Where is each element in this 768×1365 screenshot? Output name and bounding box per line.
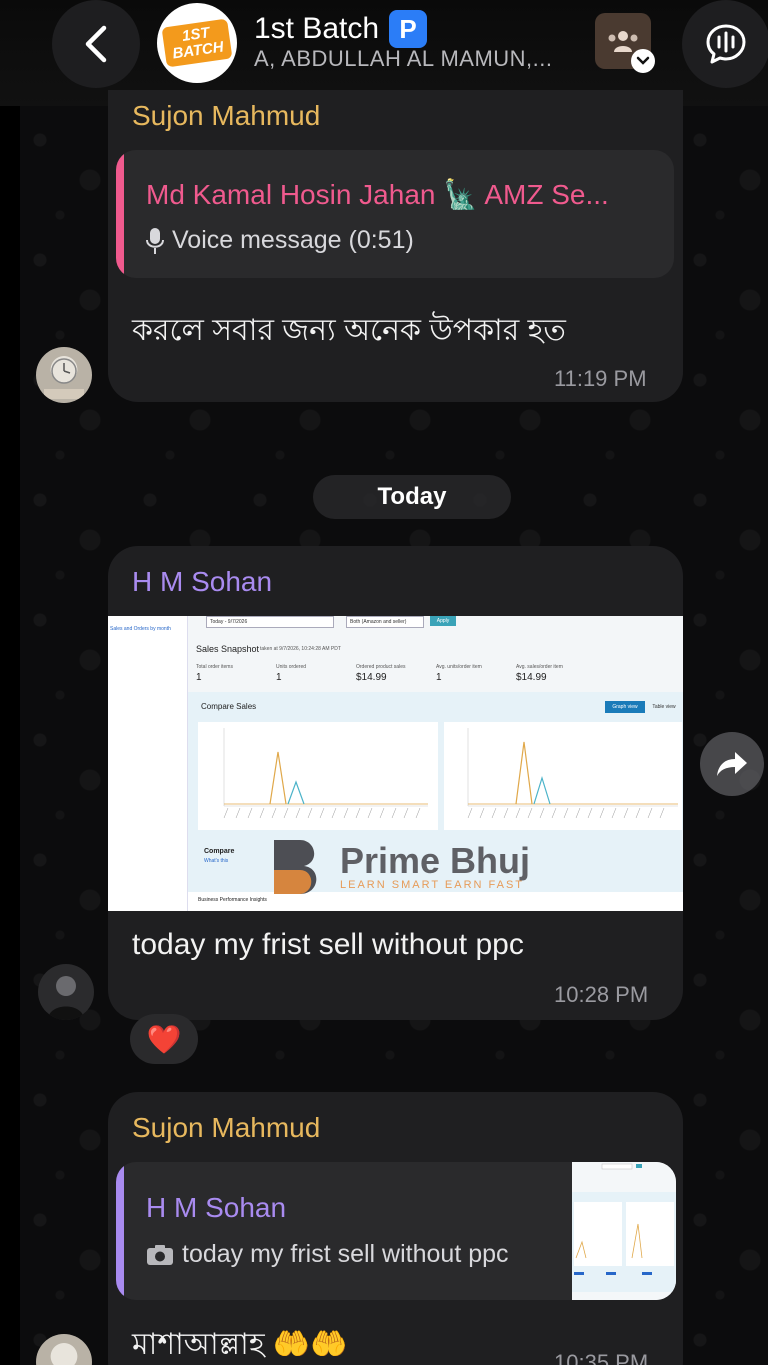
group-logo: 1ST BATCH [161, 18, 233, 68]
watermark: Prime Bhuj LEARN SMART EARN FAST [270, 836, 530, 898]
chat-subtitle[interactable]: A, ABDULLAH AL MAMUN,... [254, 46, 553, 72]
chat-title-text: 1st Batch [254, 12, 380, 45]
graph-view-button: Graph view [605, 701, 645, 713]
stat-label: Avg. sales/order item [516, 664, 563, 670]
date-range-field: Today - 9/7/2026 [206, 616, 334, 628]
chevron-left-icon [85, 25, 107, 63]
stat-item: Avg. units/order item 1 [436, 664, 482, 683]
voice-chat-icon [706, 24, 746, 64]
reply-thumbnail-image [572, 1162, 676, 1300]
date-separator: Today [313, 475, 511, 519]
forward-arrow-icon [717, 752, 747, 776]
photo-sidebar: Sales and Orders by month [108, 616, 188, 911]
reply-sender: H M Sohan [146, 1192, 287, 1223]
stat-label: Ordered product sales [356, 664, 406, 670]
reply-text-row: Voice message (0:51) [146, 226, 414, 255]
message-text: মাশাআল্লাহ 🤲🤲 [132, 1328, 348, 1361]
message-time: 10:35 PM [554, 1350, 649, 1365]
compare-label: Compare [204, 848, 235, 855]
reply-preview[interactable]: Md Kamal Hosin Jahan 🗽 AMZ Se... Voice m… [116, 150, 674, 278]
stat-value: 1 [276, 672, 282, 683]
message-bubble[interactable]: Sujon Mahmud Md Kamal Hosin Jahan 🗽 AMZ … [108, 90, 683, 402]
watermark-tagline: LEARN SMART EARN FAST [340, 879, 525, 891]
compare-chart [198, 722, 682, 830]
forward-button[interactable] [700, 732, 764, 796]
compare-link: What's this [204, 858, 229, 864]
reply-bar [116, 1162, 124, 1300]
filter-field: Both (Amazon and seller) [346, 616, 424, 628]
stat-label: Units ordered [276, 664, 307, 670]
stat-item: Units ordered 1 [276, 664, 306, 683]
avatar[interactable] [36, 347, 92, 403]
parking-badge-icon: P [389, 10, 428, 48]
sender-name: Sujon Mahmud [132, 1112, 321, 1143]
chevron-down-icon [631, 49, 655, 73]
camera-icon [147, 1244, 173, 1265]
stat-item: Ordered product sales $14.99 [356, 664, 405, 683]
compare-title: Compare Sales [201, 702, 257, 711]
avatar[interactable] [38, 964, 94, 1020]
reply-text: Voice message (0:51) [172, 226, 414, 254]
table-view-button: Table view [652, 704, 676, 710]
snapshot-subtitle: taken at 9/7/2026, 10:24:28 AM PDT [260, 646, 341, 652]
watermark-title: Prime Bhuj [340, 840, 531, 881]
photo-sidebar-text: Sales and Orders by month [110, 626, 171, 632]
sender-name: H M Sohan [132, 566, 273, 597]
stat-item: Avg. sales/order item $14.99 [516, 664, 563, 683]
user-avatar-icon [48, 976, 84, 1020]
message-text: today my frist sell without ppc [132, 928, 524, 961]
reply-bar [116, 150, 124, 278]
stat-value: 1 [436, 672, 442, 683]
reply-sender: Md Kamal Hosin Jahan 🗽 AMZ Se... [146, 179, 609, 210]
stat-label: Total order items [196, 664, 233, 670]
photo-footer-text: Business Performance Insights [198, 897, 267, 903]
microphone-icon [146, 227, 164, 254]
watermark-logo-icon [274, 840, 317, 894]
stat-value: $14.99 [356, 672, 387, 683]
stat-item: Total order items 1 [196, 664, 233, 683]
left-edge [0, 0, 20, 1365]
reply-text-row: today my frist sell without ppc [146, 1240, 509, 1269]
clock-avatar-icon [44, 358, 84, 399]
apply-button: Apply [430, 616, 456, 626]
message-time: 10:28 PM [554, 982, 649, 1007]
reply-thumbnail [572, 1162, 676, 1300]
chat-title[interactable]: 1st Batch P [254, 10, 428, 48]
stat-value: 1 [196, 672, 202, 683]
members-icon [608, 31, 638, 52]
voice-chat-button[interactable] [682, 0, 768, 88]
snapshot-title: Sales Snapshot [196, 644, 260, 654]
members-button[interactable] [595, 13, 655, 73]
message-text: করলে সবার জন্য অনেক উপকার হত [132, 314, 566, 347]
stat-label: Avg. units/order item [436, 664, 482, 670]
reaction-heart[interactable]: ❤️ [130, 1014, 198, 1064]
back-button[interactable] [52, 0, 140, 88]
reply-text: today my frist sell without ppc [182, 1240, 509, 1268]
group-avatar[interactable]: 1ST BATCH [157, 3, 237, 83]
watermark-text: Prime Bhuj LEARN SMART EARN FAST [340, 840, 531, 892]
sender-name: Sujon Mahmud [132, 100, 321, 131]
stat-value: $14.99 [516, 672, 547, 683]
message-time: 11:19 PM [554, 366, 647, 391]
